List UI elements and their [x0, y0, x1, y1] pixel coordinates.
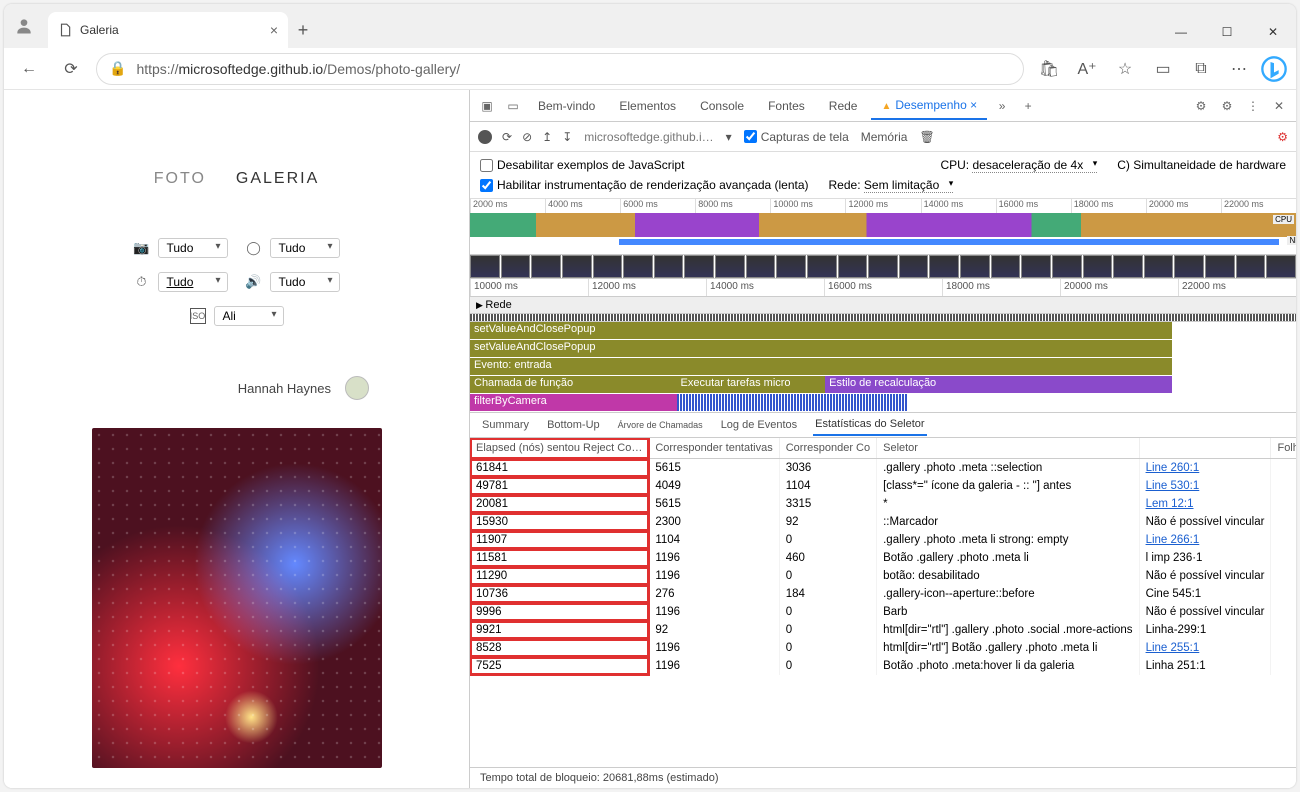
- table-row[interactable]: 752511960Botão .photo .meta:hover li da …: [470, 657, 1296, 675]
- clear-icon[interactable]: ⊘: [522, 130, 532, 144]
- close-tab-icon[interactable]: ×: [270, 22, 278, 38]
- selector-stats-table[interactable]: Elapsed (nós) sentou Reject Co… Correspo…: [470, 438, 1296, 767]
- table-row[interactable]: 2008156153315*Lem 12:1: [470, 495, 1296, 513]
- iso-filter[interactable]: Ali: [214, 306, 284, 326]
- upload-icon[interactable]: ↥: [542, 130, 552, 144]
- table-row[interactable]: 4978140491104[class*=" ícone da galeria …: [470, 477, 1296, 495]
- tab-network[interactable]: Rede: [819, 93, 868, 119]
- chevron-down-icon[interactable]: ▾: [726, 130, 732, 144]
- table-row[interactable]: 10736276184.gallery-icon--aperture::befo…: [470, 585, 1296, 603]
- camera-filter[interactable]: Tudo: [158, 238, 228, 258]
- issues-icon[interactable]: ⚙: [1190, 95, 1212, 117]
- tab-elements[interactable]: Elementos: [609, 93, 686, 119]
- bing-icon[interactable]: [1260, 55, 1288, 83]
- iso-icon: ISO: [190, 308, 206, 324]
- split-screen-icon[interactable]: ▭: [1146, 52, 1180, 86]
- lock-icon: 🔒: [109, 60, 126, 77]
- aperture-filter[interactable]: Tudo: [270, 238, 340, 258]
- screenshots-checkbox[interactable]: Capturas de tela: [744, 130, 849, 144]
- network-track[interactable]: Rede: [470, 297, 1296, 314]
- new-tab-button[interactable]: +: [288, 12, 318, 48]
- disable-js-checkbox[interactable]: Desabilitar exemplos de JavaScript: [480, 158, 684, 172]
- hw-concurrency[interactable]: C) Simultaneidade de hardware: [1117, 158, 1286, 172]
- device-icon[interactable]: ▭: [502, 95, 524, 117]
- read-aloud-icon[interactable]: A⁺: [1070, 52, 1104, 86]
- table-row[interactable]: 9921920html[dir="rtl"] .gallery .photo .…: [470, 621, 1296, 639]
- tab-calltree[interactable]: Árvore de Chamadas: [616, 416, 705, 434]
- tab-bottomup[interactable]: Bottom-Up: [545, 415, 602, 435]
- tab-sources[interactable]: Fontes: [758, 93, 815, 119]
- trash-icon[interactable]: 🗑: [919, 130, 934, 144]
- download-icon[interactable]: ↧: [562, 130, 572, 144]
- network-throttle-select[interactable]: Sem limitação: [864, 178, 953, 193]
- record-button[interactable]: [478, 130, 492, 144]
- tab-summary[interactable]: Summary: [480, 415, 531, 435]
- table-row[interactable]: 15930230092::MarcadorNão é possível vinc…: [470, 513, 1296, 531]
- url-bar: ← ⟳ 🔒 https://microsoftedge.github.io/De…: [4, 48, 1296, 90]
- flame-chart[interactable]: setValueAndClosePopup setValueAndClosePo…: [470, 322, 1296, 412]
- favorite-icon[interactable]: ☆: [1108, 52, 1142, 86]
- page-title: FOTO GALERIA: [154, 170, 320, 188]
- collections-icon[interactable]: ⧉: [1184, 52, 1218, 86]
- tab-selector-stats[interactable]: Estatísticas do Seletor: [813, 414, 926, 436]
- back-button[interactable]: ←: [12, 52, 46, 86]
- aperture-icon: ◯: [246, 240, 262, 256]
- gallery-photo: [92, 428, 382, 768]
- cpu-throttle-select[interactable]: desaceleração de 4x: [972, 158, 1097, 173]
- page-icon: [58, 23, 72, 37]
- close-devtools-icon[interactable]: ✕: [1268, 95, 1290, 117]
- stats-tabs: Summary Bottom-Up Árvore de Chamadas Log…: [470, 412, 1296, 438]
- table-row[interactable]: 1190711040.gallery .photo .meta li stron…: [470, 531, 1296, 549]
- domain-selector[interactable]: microsoftedge.github.i…: [584, 130, 713, 144]
- profile-icon[interactable]: [4, 4, 44, 48]
- exposure-filter[interactable]: Tudo: [158, 272, 228, 292]
- tab-eventlog[interactable]: Log de Eventos: [719, 415, 799, 435]
- browser-tab[interactable]: Galeria ×: [48, 12, 288, 48]
- focal-filter[interactable]: Tudo: [270, 272, 340, 292]
- table-row[interactable]: 999611960BarbNão é possível vincular: [470, 603, 1296, 621]
- inspect-icon[interactable]: ▣: [476, 95, 498, 117]
- tab-console[interactable]: Console: [690, 93, 754, 119]
- table-row[interactable]: 852811960html[dir="rtl"] Botão .gallery …: [470, 639, 1296, 657]
- focal-icon: 🔊: [246, 274, 262, 290]
- render-instrumentation-checkbox[interactable]: Habilitar instrumentação de renderização…: [480, 178, 809, 192]
- exposure-icon: ⏱: [134, 274, 150, 290]
- tab-welcome[interactable]: Bem-vindo: [528, 93, 605, 119]
- refresh-button[interactable]: ⟳: [54, 52, 88, 86]
- add-tab-icon[interactable]: +: [1017, 95, 1039, 117]
- settings-icon[interactable]: ⚙: [1216, 95, 1238, 117]
- gallery-page: FOTO GALERIA 📷 Tudo ◯ Tudo ⏱ Tudo 🔊 Tudo ISO…: [4, 90, 469, 788]
- tab-performance[interactable]: Desempenho ×: [871, 92, 987, 120]
- close-window-button[interactable]: ✕: [1250, 16, 1296, 48]
- more-tabs-icon[interactable]: »: [991, 95, 1013, 117]
- table-row[interactable]: 115811196460Botão .gallery .photo .meta …: [470, 549, 1296, 567]
- minimize-button[interactable]: —: [1158, 16, 1204, 48]
- blocking-time-footer: Tempo total de bloqueio: 20681,88ms (est…: [470, 767, 1296, 788]
- maximize-button[interactable]: ☐: [1204, 16, 1250, 48]
- titlebar: Galeria × + — ☐ ✕: [4, 4, 1296, 48]
- avatar: [345, 376, 369, 400]
- tab-title: Galeria: [80, 23, 119, 37]
- kebab-icon[interactable]: ⋮: [1242, 95, 1264, 117]
- capture-settings-icon[interactable]: ⚙: [1277, 130, 1288, 144]
- devtools-panel: ▣ ▭ Bem-vindo Elementos Console Fontes R…: [469, 90, 1296, 788]
- camera-icon: 📷: [134, 240, 150, 256]
- reload-record-icon[interactable]: ⟳: [502, 130, 512, 144]
- shopping-icon[interactable]: 🛍: [1032, 52, 1066, 86]
- more-icon[interactable]: ⋯: [1222, 52, 1256, 86]
- memory-label[interactable]: Memória: [861, 130, 908, 144]
- screenshot-strip[interactable]: [470, 255, 1296, 279]
- flame-ruler[interactable]: 10000 ms12000 ms14000 ms16000 ms18000 ms…: [470, 279, 1296, 297]
- table-row[interactable]: 6184156153036.gallery .photo .meta ::sel…: [470, 459, 1296, 478]
- address-field[interactable]: 🔒 https://microsoftedge.github.io/Demos/…: [96, 53, 1024, 85]
- timeline-overview[interactable]: 2000 ms4000 ms6000 ms8000 ms10000 ms1200…: [470, 199, 1296, 255]
- table-row[interactable]: 1129011960botão: desabilitadoNão é possí…: [470, 567, 1296, 585]
- author-name: Hannah Haynes: [238, 381, 331, 396]
